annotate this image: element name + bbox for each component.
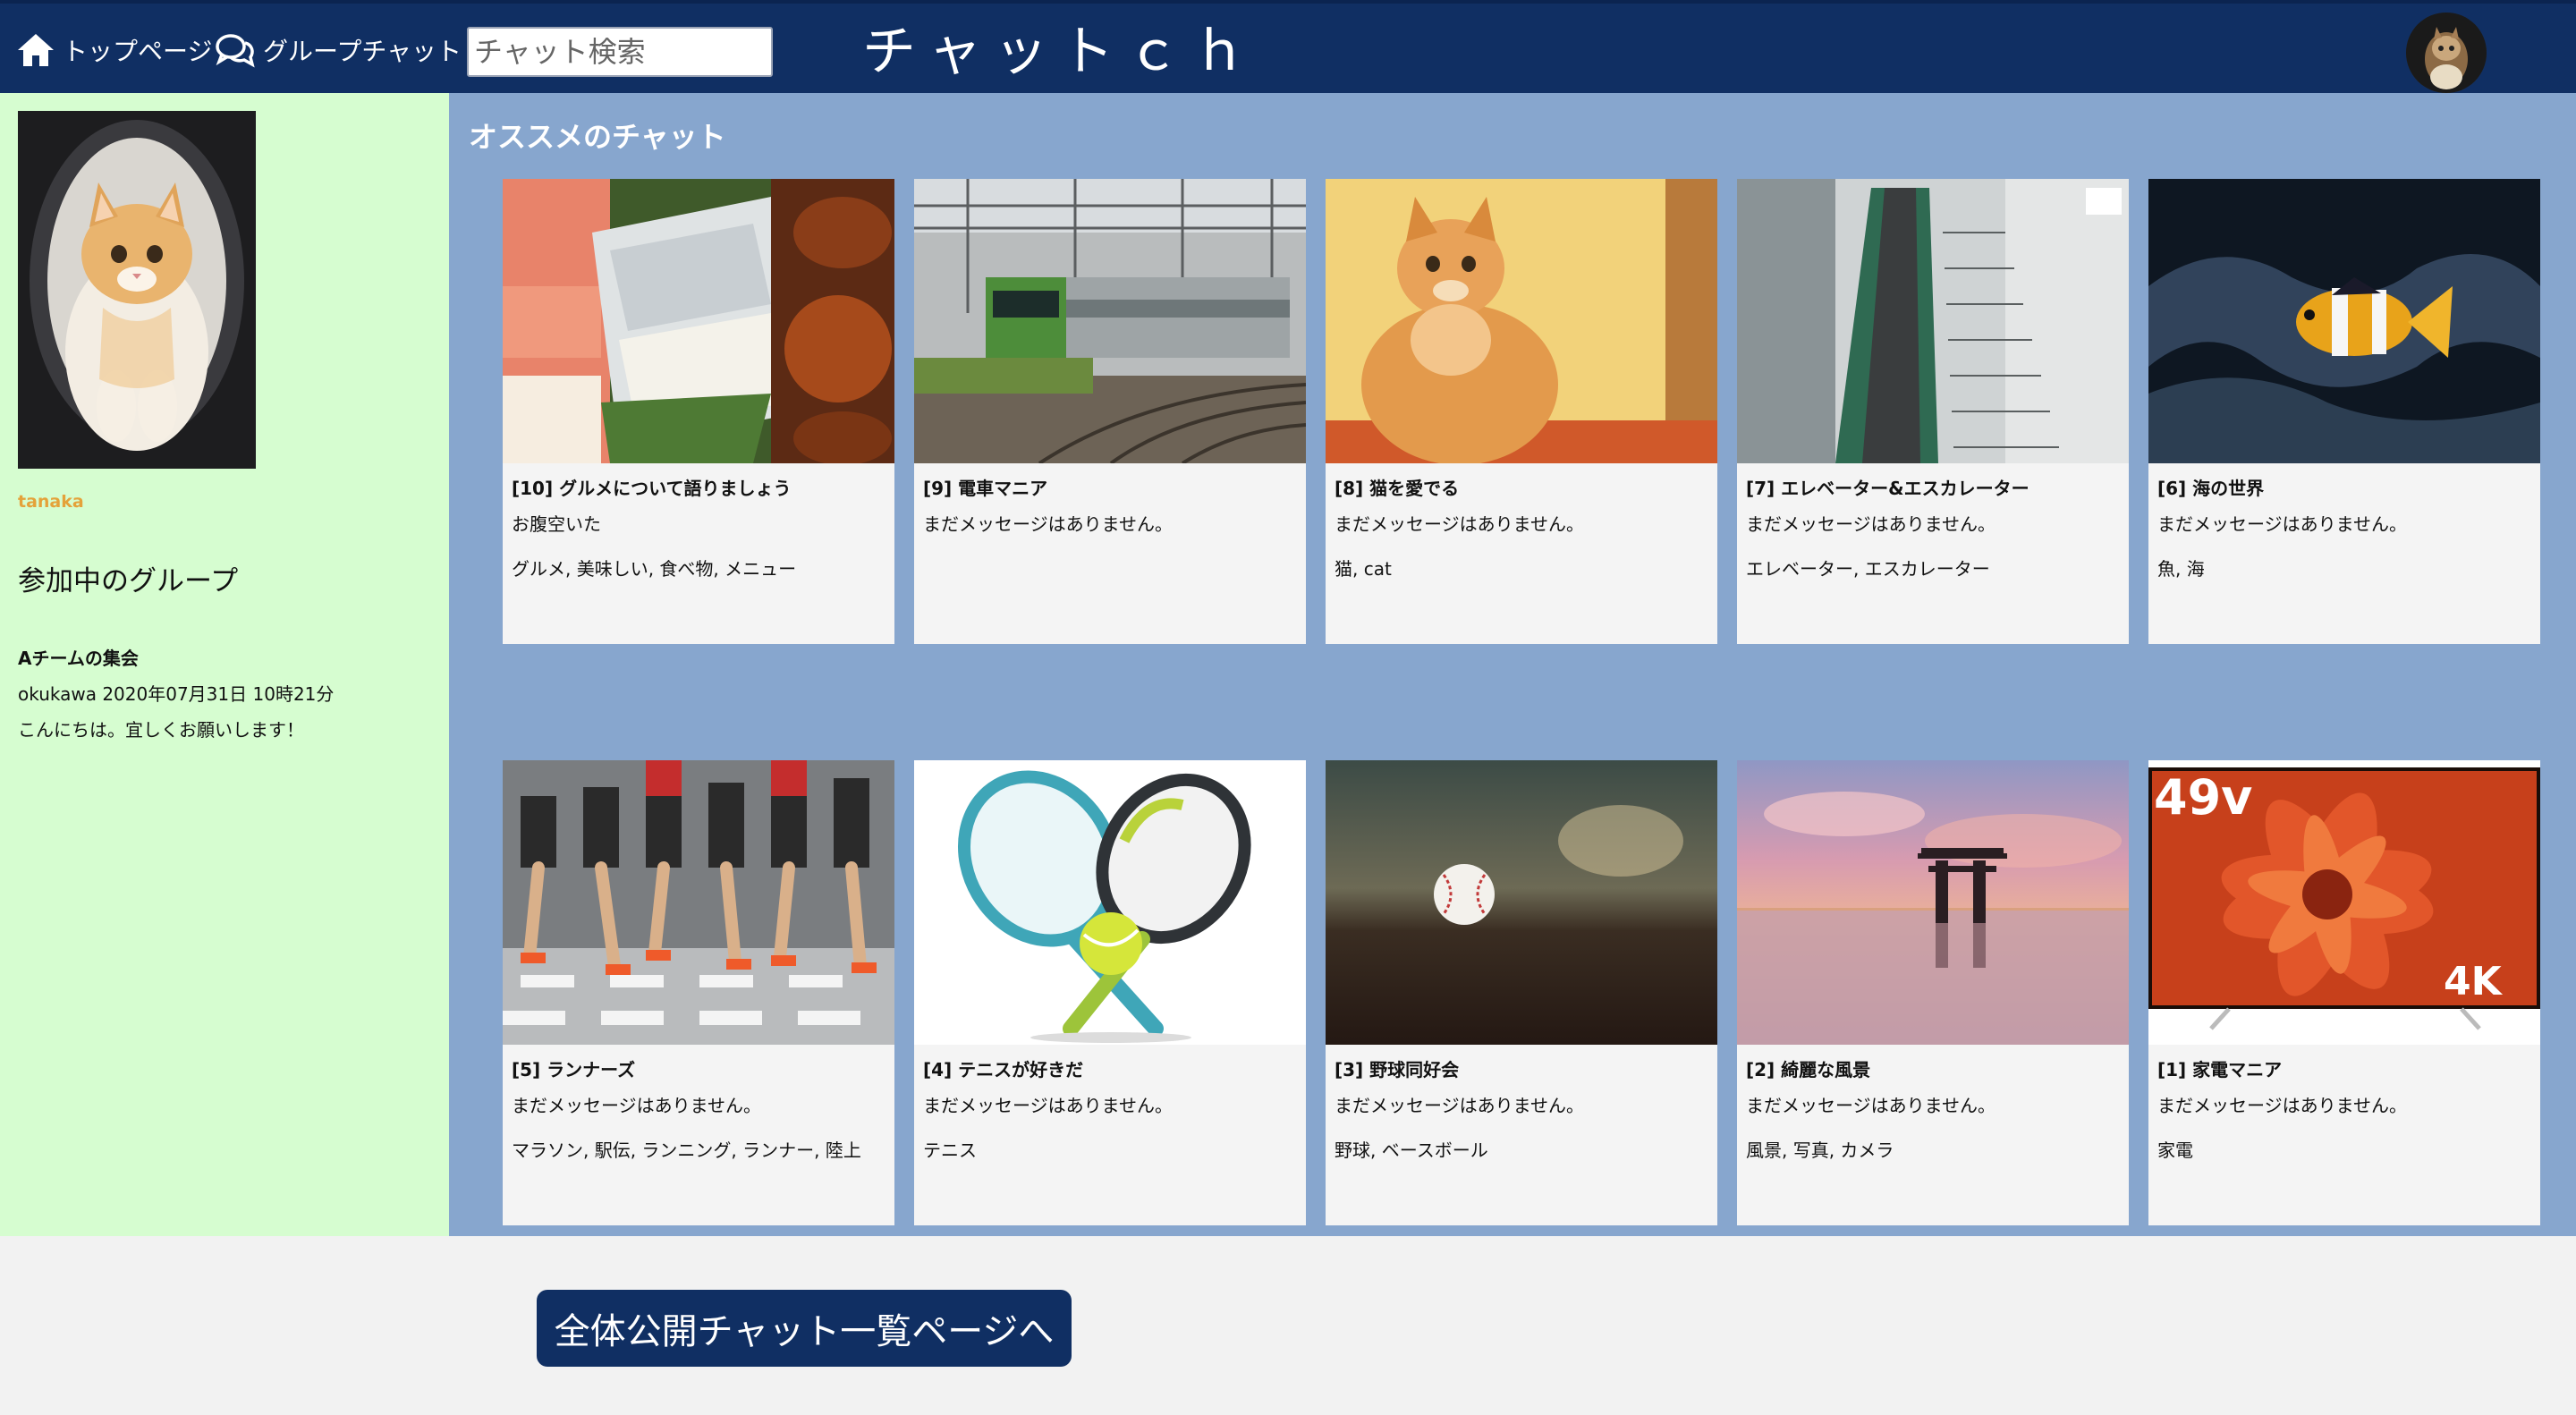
chat-card[interactable]: 49v 4K [1] 家電マニア まだメッセージはありません。 家電	[2148, 760, 2540, 1225]
chat-card-message: まだメッセージはありません。	[923, 1095, 1173, 1116]
chat-card-title: [9] 電車マニア	[923, 478, 1048, 499]
home-icon	[18, 34, 54, 66]
chat-card-title: [8] 猫を愛でる	[1335, 478, 1460, 499]
tennis-image	[914, 760, 1306, 1045]
chat-card-title: [1] 家電マニア	[2157, 1059, 2283, 1080]
sidebar: tanaka 参加中のグループ Aチームの集会 okukawa 2020年07月…	[0, 93, 449, 1236]
chat-card[interactable]: [8] 猫を愛でる まだメッセージはありません。 猫, cat	[1326, 179, 1717, 644]
chat-bubbles-icon	[216, 34, 255, 68]
chat-card-title: [6] 海の世界	[2157, 478, 2265, 499]
chat-card[interactable]: [5] ランナーズ まだメッセージはありません。 マラソン, 駅伝, ランニング…	[503, 760, 894, 1225]
escalator-image	[1737, 179, 2129, 463]
chat-card[interactable]: [4] テニスが好きだ まだメッセージはありません。 テニス	[914, 760, 1306, 1225]
tv-4k-label: 4K	[2444, 959, 2504, 1004]
recommended-chats-section: オススメのチャット [10] グルメについて語りましょう お腹空いた グルメ, …	[449, 93, 2576, 1236]
chat-card[interactable]: [10] グルメについて語りましょう お腹空いた グルメ, 美味しい, 食べ物,…	[503, 179, 894, 644]
all-public-chats-button[interactable]: 全体公開チャット一覧ページへ	[537, 1290, 1072, 1367]
chat-card-tags: 野球, ベースボール	[1335, 1140, 1488, 1161]
chat-card-tags: 家電	[2157, 1140, 2193, 1161]
tv-size-label: 49v	[2154, 769, 2252, 826]
joined-groups-heading: 参加中のグループ	[18, 565, 239, 597]
chat-card-title: [2] 綺麗な風景	[1746, 1059, 1871, 1080]
chat-card-message: まだメッセージはありません。	[2157, 513, 2407, 535]
group-last-post-meta: okukawa 2020年07月31日 10時21分	[18, 683, 335, 705]
nav-home-link[interactable]: トップページ	[16, 25, 212, 75]
chat-card-message: まだメッセージはありません。	[1335, 513, 1584, 535]
chat-card[interactable]: [3] 野球同好会 まだメッセージはありません。 野球, ベースボール	[1326, 760, 1717, 1225]
chat-card-title: [4] テニスが好きだ	[923, 1059, 1084, 1080]
chat-card[interactable]: [6] 海の世界 まだメッセージはありません。 魚, 海	[2148, 179, 2540, 644]
chat-card-title: [3] 野球同好会	[1335, 1059, 1460, 1080]
profile-photo	[18, 111, 256, 469]
train-image	[914, 179, 1306, 463]
chat-card-tags: 猫, cat	[1335, 558, 1392, 580]
chat-card-tags: テニス	[923, 1140, 977, 1161]
tv-image: 49v 4K	[2148, 760, 2540, 1045]
chat-card[interactable]: [7] エレベーター&エスカレーター まだメッセージはありません。 エレベーター…	[1737, 179, 2129, 644]
chat-card-message: まだメッセージはありません。	[2157, 1095, 2407, 1116]
nav-group-chat-link[interactable]: グループチャット	[215, 25, 462, 75]
site-title[interactable]: チャットｃｈ	[862, 18, 1258, 86]
username[interactable]: tanaka	[18, 492, 84, 512]
chat-card-title: [7] エレベーター&エスカレーター	[1746, 478, 2029, 499]
chat-card-message: まだメッセージはありません。	[1335, 1095, 1584, 1116]
top-navbar: トップページ グループチャット チャットｃｈ	[0, 0, 2576, 93]
chat-card[interactable]: [9] 電車マニア まだメッセージはありません。	[914, 179, 1306, 644]
chat-card-message: まだメッセージはありません。	[512, 1095, 761, 1116]
clownfish-image	[2148, 179, 2540, 463]
chat-card-message: まだメッセージはありません。	[1746, 1095, 1996, 1116]
chat-card-title: [5] ランナーズ	[512, 1059, 636, 1080]
chat-card-message: まだメッセージはありません。	[923, 513, 1173, 535]
runners-image	[503, 760, 894, 1045]
cat-profile-image	[18, 111, 256, 469]
chat-card-tags: グルメ, 美味しい, 食べ物, メニュー	[512, 558, 797, 580]
torii-image	[1737, 760, 2129, 1045]
chat-card-title: [10] グルメについて語りましょう	[512, 478, 792, 499]
nav-home-label: トップページ	[63, 37, 213, 66]
chat-card-tags: マラソン, 駅伝, ランニング, ランナー, 陸上	[512, 1140, 861, 1161]
chat-card-message: まだメッセージはありません。	[1746, 513, 1996, 535]
chat-card-tags: 風景, 写真, カメラ	[1746, 1140, 1894, 1161]
cat-image	[1326, 179, 1717, 463]
chat-card-tags: 魚, 海	[2157, 558, 2205, 580]
user-avatar[interactable]	[2406, 13, 2487, 93]
nav-group-chat-label: グループチャット	[263, 37, 462, 66]
chat-card-tags: エレベーター, エスカレーター	[1746, 558, 1990, 580]
section-title: オススメのチャット	[469, 120, 726, 154]
chat-search-input[interactable]	[467, 27, 773, 77]
cat-avatar-image	[2406, 13, 2487, 93]
chat-card-message: お腹空いた	[512, 513, 601, 535]
chat-card[interactable]: [2] 綺麗な風景 まだメッセージはありません。 風景, 写真, カメラ	[1737, 760, 2129, 1225]
sushi-image	[503, 179, 894, 463]
baseball-image	[1326, 760, 1717, 1045]
group-name[interactable]: Aチームの集会	[18, 644, 139, 670]
group-last-message: こんにちは。宜しくお願いします！	[18, 719, 304, 741]
